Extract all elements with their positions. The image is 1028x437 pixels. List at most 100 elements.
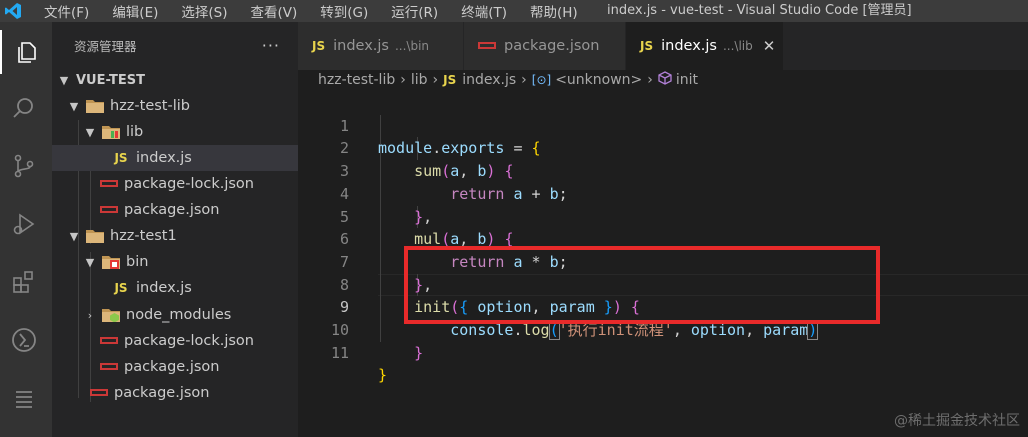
- code-line: 1 module.exports = {: [298, 92, 1028, 158]
- remote-icon[interactable]: [0, 318, 48, 362]
- tree-item-label: hzz-test1: [110, 228, 177, 244]
- tab-lib-index-js[interactable]: JS index.js ...\lib ✕: [626, 22, 784, 70]
- tree-folder-hzz-test1[interactable]: ▼ hzz-test1: [52, 223, 298, 249]
- js-file-icon: JS: [312, 39, 326, 53]
- tab-description: ...\lib: [722, 39, 753, 53]
- code-line: 2 sum(a, b) {: [298, 115, 1028, 180]
- npm-file-icon: [100, 363, 118, 371]
- js-file-icon: JS: [640, 39, 654, 53]
- chevron-right-icon: ›: [521, 72, 527, 88]
- title-bar: 文件(F) 编辑(E) 选择(S) 查看(V) 转到(G) 运行(R) 终端(T…: [0, 0, 1028, 22]
- code-line: 5 mul(a, b) {: [298, 183, 1028, 249]
- menu-view[interactable]: 查看(V): [251, 1, 298, 21]
- folder-icon: [86, 229, 104, 243]
- menu-go[interactable]: 转到(G): [320, 1, 368, 21]
- menu-edit[interactable]: 编辑(E): [112, 1, 158, 21]
- tab-label: index.js: [333, 38, 389, 54]
- tree-folder-lib[interactable]: ▼ lib: [52, 119, 298, 145]
- chevron-right-icon: ›: [647, 72, 653, 88]
- npm-file-icon: [478, 38, 496, 54]
- more-actions-icon[interactable]: ···: [262, 36, 280, 55]
- tree-item-label: node_modules: [126, 307, 232, 323]
- tree-item-label: package.json: [114, 385, 210, 401]
- code-line: 3 return a + b;: [298, 137, 1028, 203]
- run-debug-icon[interactable]: [0, 202, 48, 246]
- chevron-down-icon: ▼: [69, 99, 79, 113]
- tree-folder-bin[interactable]: ▼ bin: [52, 249, 298, 275]
- lib-folder-icon: [102, 125, 120, 139]
- explorer-header: 资源管理器 ···: [52, 22, 298, 68]
- npm-file-icon: [90, 389, 108, 397]
- menu-selection[interactable]: 选择(S): [181, 1, 227, 21]
- tab-package-json[interactable]: package.json: [464, 22, 626, 70]
- line-number: 11: [330, 343, 349, 362]
- bin-folder-icon: [102, 255, 120, 269]
- close-icon[interactable]: ✕: [763, 37, 776, 55]
- menu-terminal[interactable]: 终端(T): [461, 1, 507, 21]
- tree-file-root-package-json[interactable]: package.json: [52, 380, 298, 406]
- chevron-down-icon: ▼: [85, 255, 95, 269]
- chevron-right-icon: ›: [432, 72, 439, 88]
- menu-run[interactable]: 运行(R): [391, 1, 438, 21]
- workspace-root-label: VUE-TEST: [76, 72, 145, 88]
- breadcrumb-item[interactable]: init: [676, 72, 698, 88]
- menu-bar: 文件(F) 编辑(E) 选择(S) 查看(V) 转到(G) 运行(R) 终端(T…: [26, 0, 601, 22]
- breadcrumb-item[interactable]: index.js: [462, 72, 516, 88]
- list-icon[interactable]: [0, 376, 48, 420]
- code-line: 6 return a * b;: [298, 206, 1028, 271]
- breadcrumb-item[interactable]: <unknown>: [555, 72, 642, 88]
- js-file-icon: JS: [114, 151, 128, 165]
- menu-help[interactable]: 帮助(H): [530, 1, 578, 21]
- tree-folder-hzz-test-lib[interactable]: ▼ hzz-test-lib: [52, 93, 298, 119]
- explorer-sidebar: 资源管理器 ··· ▼ VUE-TEST ▼ hzz-test-lib ▼ li…: [52, 22, 298, 437]
- chevron-right-icon: ›: [87, 308, 93, 322]
- editor-tabs: JS index.js ...\bin package.json JS inde…: [298, 22, 1028, 70]
- tab-description: ...\bin: [394, 39, 430, 53]
- tree-item-label: package.json: [124, 359, 220, 375]
- vscode-logo-icon: [0, 0, 26, 22]
- tree-file-bin-index-js[interactable]: JS index.js: [52, 275, 298, 301]
- tree-root[interactable]: ▼ VUE-TEST: [52, 67, 298, 93]
- window-title: index.js - vue-test - Visual Studio Code…: [607, 3, 912, 18]
- code-text: }: [378, 366, 388, 385]
- js-file-icon: JS: [443, 73, 457, 87]
- tree-item-label: package-lock.json: [124, 333, 254, 349]
- folder-icon: [86, 99, 104, 113]
- symbol-variable-icon: [⊙]: [531, 73, 552, 87]
- tree-file-package-json[interactable]: package.json: [52, 197, 298, 223]
- activity-bar: [0, 22, 52, 437]
- menu-file[interactable]: 文件(F): [44, 1, 89, 21]
- tree-item-label: lib: [126, 124, 144, 140]
- chevron-down-icon: ▼: [85, 125, 95, 139]
- npm-file-icon: [100, 206, 118, 214]
- watermark: @稀土掘金技术社区: [894, 413, 1020, 429]
- tree-item-label: hzz-test-lib: [110, 98, 190, 114]
- tree-file-package-json[interactable]: package.json: [52, 354, 298, 380]
- tab-label: package.json: [504, 38, 600, 54]
- source-control-icon[interactable]: [0, 144, 48, 188]
- breadcrumb: hzz-test-lib › lib › JS index.js › [⊙] <…: [298, 70, 1028, 90]
- code-line: 4 },: [298, 160, 1028, 226]
- extensions-icon[interactable]: [0, 260, 48, 304]
- tree-file-package-lock-json[interactable]: package-lock.json: [52, 328, 298, 354]
- node-folder-icon: [102, 308, 120, 322]
- tree-file-package-lock-json[interactable]: package-lock.json: [52, 171, 298, 197]
- breadcrumb-item[interactable]: hzz-test-lib: [318, 72, 395, 88]
- annotation-highlight-box: [404, 246, 880, 324]
- explorer-title: 资源管理器: [74, 38, 137, 54]
- tab-label: index.js: [661, 38, 717, 54]
- tree-file-lib-index-js[interactable]: JS index.js: [52, 145, 298, 171]
- tab-bin-index-js[interactable]: JS index.js ...\bin: [298, 22, 464, 70]
- explorer-icon[interactable]: [0, 30, 52, 74]
- tree-folder-node-modules[interactable]: › node_modules: [52, 302, 298, 328]
- tree-item-label: package.json: [124, 202, 220, 218]
- breadcrumb-item[interactable]: lib: [411, 72, 428, 88]
- npm-file-icon: [100, 180, 118, 188]
- js-file-icon: JS: [114, 281, 128, 295]
- symbol-method-icon: [658, 71, 672, 89]
- search-icon[interactable]: [0, 86, 48, 130]
- chevron-right-icon: ›: [400, 72, 406, 88]
- code-text: }: [414, 343, 424, 362]
- tree-item-label: index.js: [136, 150, 192, 166]
- npm-file-icon: [100, 337, 118, 345]
